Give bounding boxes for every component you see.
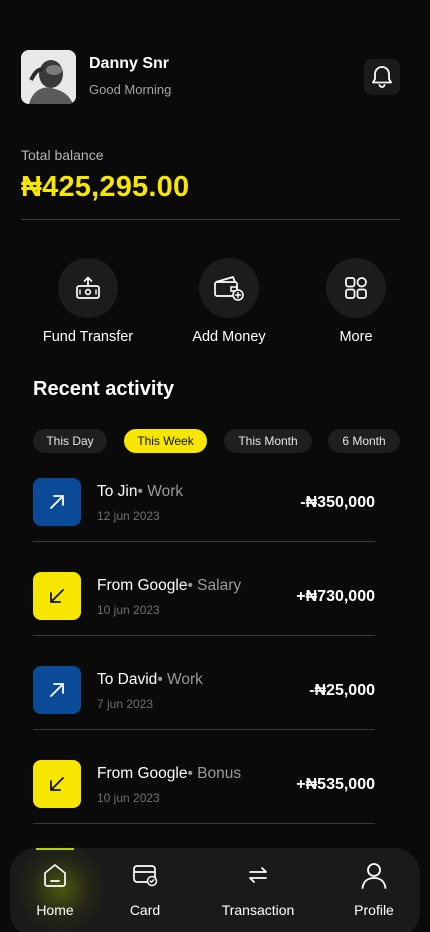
user-name: Danny Snr: [89, 55, 170, 72]
activity-title: From Google• Salary: [97, 577, 241, 595]
fund-transfer-label: Fund Transfer: [42, 329, 134, 345]
filter-6-month[interactable]: 6 Month: [328, 429, 400, 453]
greeting-text: Good Morning: [89, 82, 172, 97]
add-money-icon-circle: [199, 258, 259, 318]
outgoing-icon-box: [33, 478, 81, 526]
list-item[interactable]: From Google• Salary 10 jun 2023 +₦730,00…: [33, 572, 375, 666]
activity-amount: +₦535,000: [296, 776, 375, 793]
home-icon-wrap: [30, 860, 80, 890]
filter-this-month[interactable]: This Month: [224, 429, 312, 453]
arrow-down-left-icon: [50, 589, 64, 603]
outgoing-icon-box: [33, 666, 81, 714]
user-icon: [361, 863, 387, 889]
row-divider: [33, 823, 375, 824]
activity-name: From Google: [97, 577, 188, 594]
list-item[interactable]: To David• Work 7 jun 2023 -₦25,000: [33, 666, 375, 760]
balance-label: Total balance: [21, 147, 104, 163]
transfer-arrows-icon: [249, 867, 267, 883]
nav-card-label: Card: [129, 902, 161, 918]
activity-amount: +₦730,000: [296, 588, 375, 605]
active-tab-indicator: [36, 848, 74, 850]
divider: [21, 219, 400, 220]
grid-icon: [345, 277, 367, 299]
balance-amount: ₦425,295.00: [21, 171, 190, 203]
activity-name: To Jin: [97, 483, 138, 500]
nav-profile[interactable]: Profile: [344, 860, 404, 918]
filter-this-week[interactable]: This Week: [124, 429, 207, 453]
header: Danny Snr Good Morning: [21, 50, 400, 104]
recent-activity-title: Recent activity: [33, 378, 175, 400]
activity-amount: -₦350,000: [300, 494, 375, 511]
filter-chips: This Day This Week This Month 6 Month: [33, 429, 400, 453]
row-divider: [33, 541, 375, 542]
bell-icon: [372, 66, 392, 88]
arrow-up-right-icon: [50, 683, 64, 697]
row-divider: [33, 635, 375, 636]
list-item[interactable]: From Google• Bonus 10 jun 2023 +₦535,000: [33, 760, 375, 854]
more-icon-circle: [326, 258, 386, 318]
activity-amount: -₦25,000: [309, 682, 375, 699]
activity-title: From Google• Bonus: [97, 765, 241, 783]
activity-category: • Bonus: [187, 765, 242, 782]
activity-date: 10 jun 2023: [97, 791, 160, 805]
activity-date: 10 jun 2023: [97, 603, 160, 617]
filter-this-day[interactable]: This Day: [33, 429, 107, 453]
activity-date: 12 jun 2023: [97, 509, 160, 523]
activity-name: From Google: [97, 765, 188, 782]
notification-button[interactable]: [364, 59, 400, 95]
fund-transfer-button[interactable]: Fund Transfer: [28, 258, 148, 345]
bottom-nav: Home Card Transaction Profile: [10, 838, 420, 932]
card-icon: [133, 865, 158, 887]
nav-profile-label: Profile: [354, 902, 394, 918]
card-icon-wrap: [120, 860, 170, 890]
activity-name: To David: [97, 671, 158, 688]
activity-title: To Jin• Work: [97, 483, 183, 501]
fund-transfer-icon: [76, 276, 100, 299]
activity-category: • Salary: [187, 577, 242, 594]
more-button[interactable]: More: [296, 258, 416, 345]
nav-transaction[interactable]: Transaction: [210, 860, 306, 918]
nav-card[interactable]: Card: [120, 860, 170, 918]
avatar-photo: [21, 50, 76, 104]
incoming-icon-box: [33, 572, 81, 620]
user-icon-wrap: [344, 860, 404, 890]
arrow-up-right-icon: [50, 495, 64, 509]
activity-category: • Work: [157, 671, 203, 688]
nav-home-label: Home: [36, 902, 74, 918]
add-money-label: Add Money: [192, 329, 266, 345]
activity-category: • Work: [137, 483, 184, 500]
add-money-icon: [214, 276, 244, 301]
nav-transaction-label: Transaction: [221, 902, 295, 918]
activity-date: 7 jun 2023: [97, 697, 154, 711]
list-item[interactable]: To Jin• Work 12 jun 2023 -₦350,000: [33, 478, 375, 572]
avatar[interactable]: [21, 50, 76, 104]
more-label: More: [339, 329, 373, 345]
row-divider: [33, 729, 375, 730]
activity-title: To David• Work: [97, 671, 203, 689]
arrow-down-left-icon: [50, 777, 64, 791]
transfer-arrows-icon-wrap: [210, 860, 306, 890]
incoming-icon-box: [33, 760, 81, 808]
add-money-button[interactable]: Add Money: [169, 258, 289, 345]
fund-transfer-icon-circle: [58, 258, 118, 318]
nav-home[interactable]: Home: [30, 860, 80, 918]
home-icon: [44, 864, 66, 887]
